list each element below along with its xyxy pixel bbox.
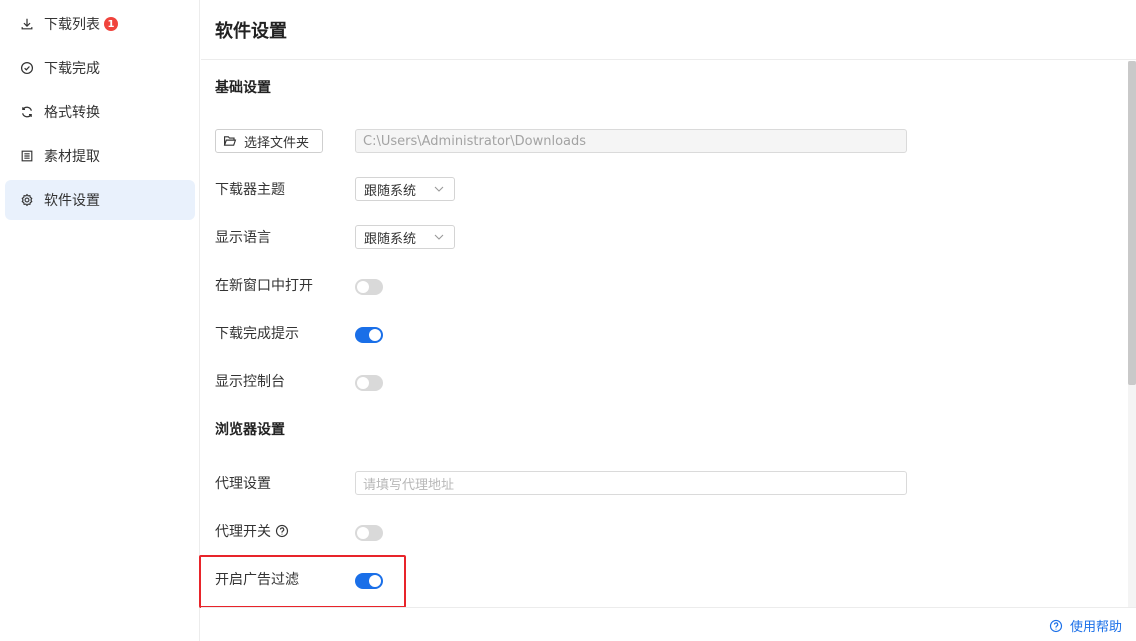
page-header: 软件设置	[201, 0, 1136, 60]
proxy-address-input[interactable]: 请填写代理地址	[355, 471, 907, 495]
choose-folder-button[interactable]: 选择文件夹	[215, 129, 323, 153]
sidebar-item-settings[interactable]: 软件设置	[5, 180, 195, 220]
help-link-label: 使用帮助	[1069, 620, 1122, 635]
chevron-down-icon	[434, 186, 444, 192]
sidebar-item-label: 软件设置	[44, 193, 100, 209]
section-title-browser: 浏览器设置	[215, 422, 285, 438]
toggle-knob	[357, 281, 369, 293]
scrollbar-thumb[interactable]	[1128, 61, 1136, 385]
sidebar: 下载列表 1 下载完成 格式转换 素材提取 软件设置	[0, 0, 200, 641]
question-icon[interactable]	[275, 524, 289, 538]
console-toggle[interactable]	[355, 375, 383, 391]
folder-open-icon	[223, 136, 237, 146]
sidebar-item-label: 下载列表	[44, 17, 100, 33]
sidebar-item-label: 格式转换	[44, 105, 100, 121]
toggle-knob	[357, 377, 369, 389]
toggle-knob	[369, 575, 381, 587]
theme-label: 下载器主题	[215, 182, 285, 198]
language-select[interactable]: 跟随系统	[355, 225, 455, 249]
download-notify-label: 下载完成提示	[215, 326, 299, 342]
download-icon	[19, 16, 35, 32]
notification-badge: 1	[104, 17, 118, 31]
sidebar-item-format-convert[interactable]: 格式转换	[5, 92, 195, 132]
page-title: 软件设置	[215, 21, 287, 42]
gear-icon	[19, 192, 35, 208]
sidebar-item-material-extract[interactable]: 素材提取	[5, 136, 195, 176]
sidebar-item-label: 下载完成	[44, 61, 100, 77]
language-select-value: 跟随系统	[364, 231, 417, 247]
download-notify-toggle[interactable]	[355, 327, 383, 343]
sidebar-item-download-complete[interactable]: 下载完成	[5, 48, 195, 88]
console-label: 显示控制台	[215, 374, 285, 390]
toggle-knob	[369, 329, 381, 341]
adblock-label: 开启广告过滤	[215, 572, 299, 588]
adblock-toggle[interactable]	[355, 573, 383, 589]
check-circle-icon	[19, 60, 35, 76]
new-window-label: 在新窗口中打开	[215, 278, 313, 294]
refresh-icon	[19, 104, 35, 120]
theme-select-value: 跟随系统	[364, 183, 417, 199]
footer: 使用帮助	[201, 607, 1136, 641]
chevron-down-icon	[434, 234, 444, 240]
choose-folder-label: 选择文件夹	[244, 135, 310, 151]
new-window-toggle[interactable]	[355, 279, 383, 295]
document-icon	[19, 148, 35, 164]
language-label: 显示语言	[215, 230, 271, 246]
app-window: 下载列表 1 下载完成 格式转换 素材提取 软件设置 软件设置 基础设置 选择文…	[0, 0, 1136, 641]
question-icon	[1049, 619, 1063, 632]
sidebar-item-download-list[interactable]: 下载列表 1	[5, 4, 195, 44]
download-path-field[interactable]: C:\Users\Administrator\Downloads	[355, 129, 907, 153]
proxy-switch-label: 代理开关	[215, 521, 289, 541]
section-title-basic: 基础设置	[215, 80, 271, 96]
settings-panel: 基础设置 选择文件夹 C:\Users\Administrator\Downlo…	[201, 61, 1136, 607]
sidebar-item-label: 素材提取	[44, 149, 100, 165]
theme-select[interactable]: 跟随系统	[355, 177, 455, 201]
proxy-label: 代理设置	[215, 476, 271, 492]
proxy-toggle[interactable]	[355, 525, 383, 541]
toggle-knob	[357, 527, 369, 539]
proxy-switch-text: 代理开关	[215, 524, 271, 540]
help-link[interactable]: 使用帮助	[1049, 616, 1122, 635]
